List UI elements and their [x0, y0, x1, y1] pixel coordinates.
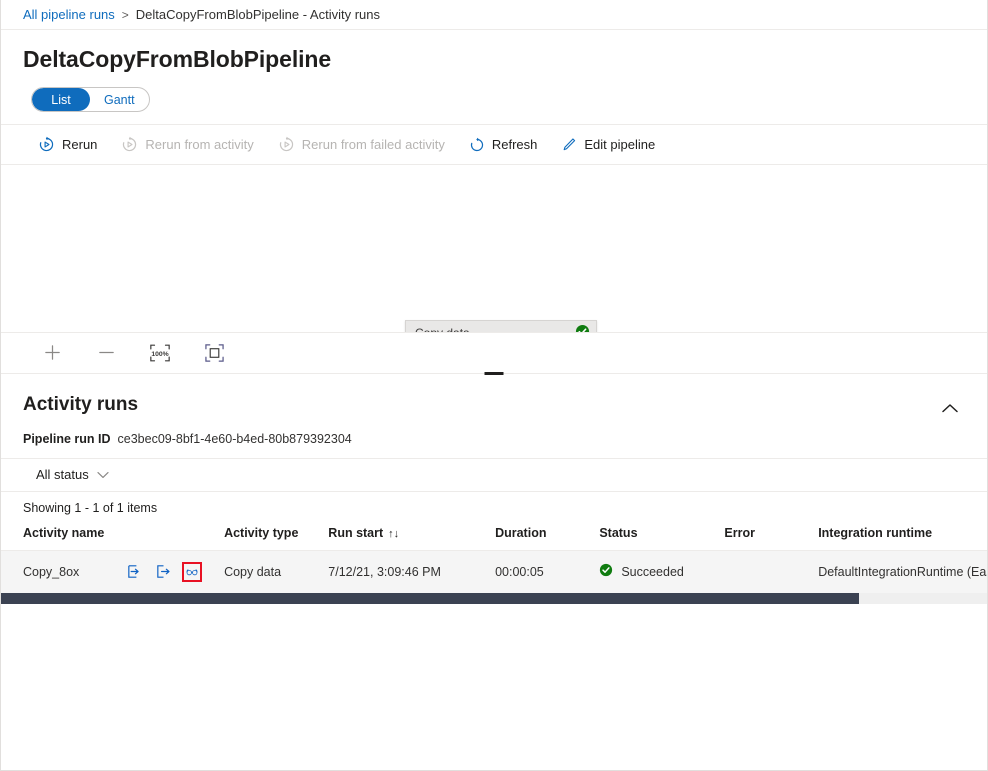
activity-node-copy-data[interactable]: Copy data: [405, 320, 597, 332]
pipeline-run-id-value: ce3bec09-8bf1-4e60-b4ed-80b879392304: [118, 432, 352, 446]
zoom-100-percent-icon: 100%: [149, 343, 171, 363]
minus-icon: [97, 343, 116, 362]
refresh-icon: [469, 137, 485, 153]
chevron-down-icon: [97, 471, 109, 479]
cell-row-actions: [124, 550, 224, 593]
table-header-row: Activity name Activity type Run start↑↓ …: [1, 515, 987, 551]
tab-list[interactable]: List: [32, 88, 90, 111]
table-header: Activity name Activity type Run start↑↓ …: [1, 515, 987, 551]
fit-to-screen-button[interactable]: [201, 340, 227, 366]
status-filter-dropdown[interactable]: All status: [27, 463, 118, 486]
activity-runs-title: Activity runs: [23, 394, 138, 416]
rerun-label: Rerun: [62, 137, 97, 152]
svg-text:100%: 100%: [151, 351, 168, 358]
pivot-group: List Gantt: [31, 87, 150, 112]
filter-bar: All status: [1, 458, 987, 492]
canvas-zoom-controls: 100%: [1, 332, 987, 373]
column-header-duration[interactable]: Duration: [495, 515, 599, 551]
cell-integration-runtime: DefaultIntegrationRuntime (Eas: [818, 550, 987, 593]
status-success-icon: [599, 563, 613, 580]
activity-node-type-label: Copy data: [415, 326, 470, 332]
success-check-icon: [575, 324, 590, 332]
edit-pipeline-button[interactable]: Edit pipeline: [550, 132, 666, 158]
sort-indicator-icon: ↑↓: [388, 528, 399, 540]
view-input-icon[interactable]: [124, 562, 144, 582]
collapse-panel-button[interactable]: [935, 394, 965, 424]
rerun-from-activity-icon: [121, 136, 138, 153]
column-header-status[interactable]: Status: [599, 515, 724, 551]
table-row[interactable]: Copy_8ox: [1, 550, 987, 593]
edit-pipeline-label: Edit pipeline: [584, 137, 655, 152]
pencil-icon: [561, 137, 577, 153]
chevron-up-icon: [941, 402, 959, 415]
cell-activity-name: Copy_8ox: [1, 550, 124, 593]
rerun-from-activity-button: Rerun from activity: [110, 131, 264, 158]
refresh-button[interactable]: Refresh: [458, 132, 549, 158]
status-label: Succeeded: [621, 565, 684, 579]
rerun-button[interactable]: Rerun: [27, 131, 108, 158]
pipeline-run-id-row: Pipeline run ID ce3bec09-8bf1-4e60-b4ed-…: [1, 424, 987, 446]
row-action-group: [124, 562, 224, 582]
rerun-icon: [38, 136, 55, 153]
column-header-error[interactable]: Error: [724, 515, 818, 551]
zoom-in-button[interactable]: [39, 340, 65, 366]
tab-gantt[interactable]: Gantt: [90, 88, 149, 111]
fit-screen-icon: [204, 343, 225, 363]
rerun-from-failed-activity-button: Rerun from failed activity: [267, 131, 456, 158]
column-header-activity-name[interactable]: Activity name: [1, 515, 124, 551]
splitter-grip[interactable]: [485, 372, 504, 375]
rerun-from-failed-activity-label: Rerun from failed activity: [302, 137, 445, 152]
cell-activity-type: Copy data: [224, 550, 328, 593]
breadcrumb-all-pipeline-runs[interactable]: All pipeline runs: [23, 7, 115, 22]
refresh-label: Refresh: [492, 137, 538, 152]
activity-node-header: Copy data: [406, 321, 596, 332]
cell-duration: 00:00:05: [495, 550, 599, 593]
panel-splitter[interactable]: [1, 373, 987, 380]
activity-runs-table-viewport: Activity name Activity type Run start↑↓ …: [1, 515, 987, 593]
cell-status: Succeeded: [599, 550, 724, 593]
cell-error: [724, 550, 818, 593]
column-header-run-start[interactable]: Run start ↑↓: [328, 515, 495, 551]
view-output-icon[interactable]: [153, 562, 173, 582]
status-filter-label: All status: [36, 467, 89, 482]
reset-zoom-button[interactable]: 100%: [147, 340, 173, 366]
activity-runs-table: Activity name Activity type Run start↑↓ …: [1, 515, 987, 593]
status-badge: Succeeded: [599, 563, 724, 580]
activity-runs-panel: Activity runs Pipeline run ID ce3bec09-8…: [1, 380, 987, 604]
zoom-out-button[interactable]: [93, 340, 119, 366]
column-header-integration-runtime[interactable]: Integration runtime: [818, 515, 987, 551]
page-bottom-filler: [1, 604, 987, 771]
rerun-from-activity-label: Rerun from activity: [145, 137, 253, 152]
horizontal-scrollbar[interactable]: [1, 593, 987, 604]
breadcrumb-current: DeltaCopyFromBlobPipeline - Activity run…: [136, 7, 380, 22]
activity-runs-header: Activity runs: [1, 380, 987, 424]
rerun-from-failed-activity-icon: [278, 136, 295, 153]
breadcrumb: All pipeline runs > DeltaCopyFromBlobPip…: [1, 0, 987, 30]
column-header-row-actions: [124, 515, 224, 551]
column-header-run-start-label: Run start: [328, 526, 383, 540]
command-bar: Rerun Rerun from activity Rerun from: [1, 124, 987, 165]
column-header-activity-type[interactable]: Activity type: [224, 515, 328, 551]
plus-icon: [43, 343, 62, 362]
horizontal-scrollbar-thumb[interactable]: [1, 593, 859, 604]
breadcrumb-separator: >: [122, 8, 129, 22]
cell-run-start: 7/12/21, 3:09:46 PM: [328, 550, 495, 593]
table-body: Copy_8ox: [1, 550, 987, 593]
view-toggle: List Gantt: [1, 73, 987, 112]
activity-runs-page: All pipeline runs > DeltaCopyFromBlobPip…: [0, 0, 988, 771]
showing-count: Showing 1 - 1 of 1 items: [1, 492, 987, 515]
pipeline-canvas[interactable]: Copy data: [1, 165, 987, 332]
pipeline-run-id-label: Pipeline run ID: [23, 432, 111, 446]
view-details-icon[interactable]: [182, 562, 202, 582]
page-title: DeltaCopyFromBlobPipeline: [1, 30, 987, 73]
